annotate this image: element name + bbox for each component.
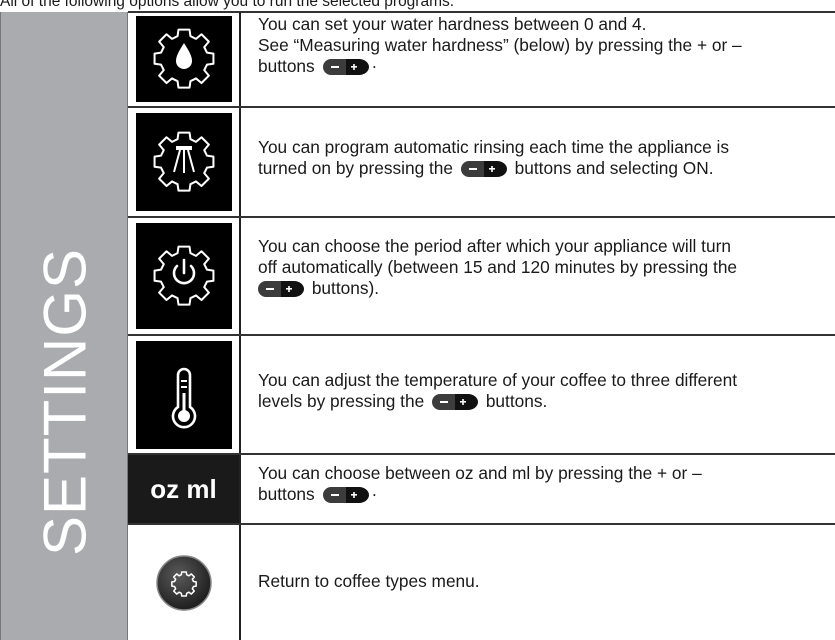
icon-cell [128,12,241,106]
row-text: levels by pressing the [258,391,425,411]
row-text: buttons). [311,278,380,298]
settings-sidebar: SETTINGS [0,12,128,640]
row-text: · [371,484,378,504]
minus-plus-buttons-icon [322,487,369,504]
row-text: turned on by pressing the [258,158,454,178]
thermometer-icon [135,340,232,449]
temperature-row: You can adjust the temperature of your c… [128,336,835,453]
power-gear-icon [135,223,232,329]
auto-rinse-row: You can program automatic rinsing each t… [128,108,835,216]
icon-cell: oz ml [128,455,241,523]
minus-plus-buttons-icon [258,281,304,298]
icon-cell [128,108,241,216]
row-text: You can adjust the temperature of your c… [258,370,738,390]
row-text: See “Measuring water hardness” (below) b… [258,35,742,55]
rinse-gear-icon [135,113,232,211]
units-row: oz ml You can choose between oz and ml b… [128,455,835,523]
oz-ml-label: oz ml [150,473,217,504]
row-text: You can choose between oz and ml by pres… [258,463,702,483]
row-text: · [371,56,378,76]
settings-round-icon [155,554,212,611]
minus-plus-buttons-icon [460,161,507,178]
return-row: Return to coffee types menu. [128,525,835,640]
icon-cell [128,336,241,453]
minus-plus-buttons-icon [322,59,369,76]
icon-cell [128,218,241,334]
row-text: You can program automatic rinsing each t… [258,137,730,157]
row-text: buttons. [485,391,548,411]
row-text: off automatically (between 15 and 120 mi… [258,257,738,277]
auto-off-row: You can choose the period after which yo… [128,218,835,334]
row-text: buttons [258,484,315,504]
row-text: You can choose the period after which yo… [258,236,731,256]
minus-plus-buttons-icon [432,394,478,411]
row-text: buttons and selecting ON. [514,158,714,178]
sidebar-label: SETTINGS [31,247,99,557]
water-hardness-gear-icon [135,16,232,102]
row-text: Return to coffee types menu. [258,571,480,591]
row-text: You can set your water hardness between … [258,14,647,34]
water-hardness-row: You can set your water hardness between … [128,12,835,106]
row-text: buttons [258,56,315,76]
intro-text: All of the following options allow you t… [0,0,455,10]
icon-cell [128,525,241,640]
